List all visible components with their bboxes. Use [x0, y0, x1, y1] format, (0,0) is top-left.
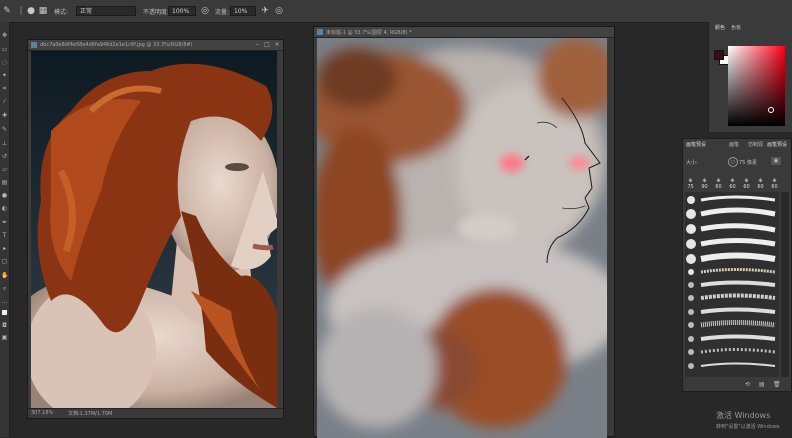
separator-icon: |: [19, 6, 23, 16]
reference-photo: [31, 51, 277, 408]
opacity-label: 不透明度:: [143, 9, 170, 16]
shape-tool-icon[interactable]: ▢: [1, 258, 8, 265]
history-brush-tool-icon[interactable]: ↺: [1, 153, 8, 160]
windows-activation-watermark: 激活 Windows 转到"设置"以激活 Windows: [716, 410, 780, 430]
opacity-input[interactable]: 100%: [168, 6, 196, 16]
flow-input[interactable]: 10%: [230, 6, 256, 16]
brush-panel-toggle-icon[interactable]: ▦: [38, 6, 48, 16]
close-icon[interactable]: ×: [273, 41, 281, 49]
mode-label: 模式:: [54, 9, 69, 16]
move-tool-icon[interactable]: ✥: [1, 32, 8, 39]
reference-vertical-scrollbar[interactable]: [277, 51, 283, 409]
painting-document-titlebar[interactable]: 未标题-1 @ 33.7%(图层 4, RGB/8) *: [314, 27, 614, 38]
brush-presets-panel: 画笔预设 画笔 仿制源 画笔预设 大小: ○ 75 像素 ▣ ❉ 75 ❉ 90 ❉…: [682, 138, 792, 392]
lasso-tool-icon[interactable]: ◌: [1, 59, 8, 66]
dodge-tool-icon[interactable]: ◐: [1, 205, 8, 212]
brush-stroke-previews: [686, 195, 776, 369]
brush-tool-icon[interactable]: ✎: [2, 6, 12, 16]
painting-canvas[interactable]: [317, 38, 607, 438]
quick-select-tool-icon[interactable]: ✦: [1, 72, 8, 79]
brush-list-scrollbar[interactable]: [781, 192, 789, 377]
hand-tool-icon[interactable]: ✋: [1, 272, 8, 279]
tab-brush[interactable]: 画笔: [729, 141, 739, 148]
more-tools-icon[interactable]: …: [1, 298, 8, 305]
brush-preset-picker-icon[interactable]: ●: [26, 6, 36, 16]
eraser-tool-icon[interactable]: ▱: [1, 166, 8, 173]
path-select-tool-icon[interactable]: ▸: [1, 245, 8, 252]
quick-mask-icon[interactable]: ◘: [1, 322, 8, 329]
airbrush-icon[interactable]: ✈: [260, 6, 270, 16]
options-bar: ✎ | ● ▦ 模式: 正常 不透明度: 100% ◎ 流量: 10% ✈ ◎: [0, 0, 792, 23]
type-tool-icon[interactable]: T: [1, 232, 8, 239]
delete-preset-icon[interactable]: 🗑: [773, 381, 781, 388]
painting-vertical-scrollbar[interactable]: [608, 38, 614, 436]
brush-tip-thumb[interactable]: ❉ 60: [742, 178, 751, 190]
new-preset-icon[interactable]: ▤: [759, 381, 765, 388]
reference-document-title: dbc7a0e8df4e58e4d6fa946d2e1e1c6f.jpg @ 3…: [40, 42, 193, 48]
brush-preset-list[interactable]: [685, 192, 779, 377]
size-slider-handle[interactable]: ○: [728, 157, 738, 167]
foreground-color-chip[interactable]: [714, 50, 724, 60]
reference-zoom-value[interactable]: 307.18%: [31, 410, 53, 416]
watermark-subtitle: 转到"设置"以激活 Windows: [716, 424, 780, 430]
toggle-brush-panel-icon[interactable]: ⟲: [745, 381, 750, 388]
tab-color[interactable]: 颜色: [715, 24, 725, 31]
painting-document-window: 未标题-1 @ 33.7%(图层 4, RGB/8) *: [313, 26, 615, 438]
tab-brush-presets-1[interactable]: 画笔预设: [686, 141, 706, 148]
brush-tip-thumb[interactable]: ❉ 90: [700, 178, 709, 190]
reference-document-window: dbc7a0e8df4e58e4d6fa946d2e1e1c6f.jpg @ 3…: [27, 39, 284, 419]
brush-tip-thumb[interactable]: ❉ 60: [770, 178, 779, 190]
color-field[interactable]: [728, 46, 785, 126]
healing-tool-icon[interactable]: ✚: [1, 112, 8, 119]
brush-tip-thumb[interactable]: ❉ 60: [728, 178, 737, 190]
opacity-pressure-icon[interactable]: ◎: [200, 6, 210, 16]
tab-brush-presets-2[interactable]: 画笔预设: [767, 141, 787, 148]
reference-document-titlebar[interactable]: dbc7a0e8df4e58e4d6fa946d2e1e1c6f.jpg @ 3…: [28, 40, 283, 51]
mode-select[interactable]: 正常: [76, 6, 136, 16]
brush-tip-thumb[interactable]: ❉ 60: [714, 178, 723, 190]
brush-options-icon[interactable]: ▣: [771, 157, 781, 165]
gradient-tool-icon[interactable]: ▤: [1, 179, 8, 186]
clone-stamp-tool-icon[interactable]: ⊥: [1, 140, 8, 147]
color-panel: 颜色 色板: [708, 22, 792, 132]
color-picker-cursor[interactable]: [768, 107, 774, 113]
maximize-icon[interactable]: □: [263, 41, 271, 49]
size-pressure-icon[interactable]: ◎: [274, 6, 284, 16]
brush-tip-thumb[interactable]: ❉ 60: [756, 178, 765, 190]
reference-status-bar: 307.18% 文档:1.37M/1.70M: [28, 408, 283, 418]
painting-document-title: 未标题-1 @ 33.7%(图层 4, RGB/8) *: [326, 30, 412, 36]
size-label: 大小:: [686, 160, 698, 166]
blur-tool-icon[interactable]: ●: [1, 192, 8, 199]
tools-panel: ✥ ▭ ◌ ✦ ⌗ ⁄ ✚ ✎ ⊥ ↺ ▱ ▤ ● ◐ ✒ T ▸ ▢ ✋ ⌕ …: [0, 22, 10, 437]
document-icon: [31, 42, 37, 48]
tab-clone-source[interactable]: 仿制源: [748, 141, 763, 148]
screen-mode-icon[interactable]: ▣: [1, 334, 8, 341]
zoom-tool-icon[interactable]: ⌕: [1, 285, 8, 292]
brush-tool-icon[interactable]: ✎: [1, 126, 8, 133]
foreground-color-swatch[interactable]: [2, 310, 7, 315]
flow-label: 流量:: [215, 9, 230, 16]
minimize-icon[interactable]: –: [253, 41, 261, 49]
tab-swatches[interactable]: 色板: [731, 24, 741, 31]
eyedropper-tool-icon[interactable]: ⁄: [1, 98, 8, 105]
crop-tool-icon[interactable]: ⌗: [1, 85, 8, 92]
reference-doc-info: 文档:1.37M/1.70M: [68, 411, 113, 417]
watermark-title: 激活 Windows: [716, 411, 771, 420]
marquee-tool-icon[interactable]: ▭: [1, 46, 8, 53]
size-value[interactable]: 75 像素: [739, 159, 757, 166]
pen-tool-icon[interactable]: ✒: [1, 219, 8, 226]
brush-tip-thumb[interactable]: ❉ 75: [686, 178, 695, 190]
document-icon: [317, 29, 323, 35]
